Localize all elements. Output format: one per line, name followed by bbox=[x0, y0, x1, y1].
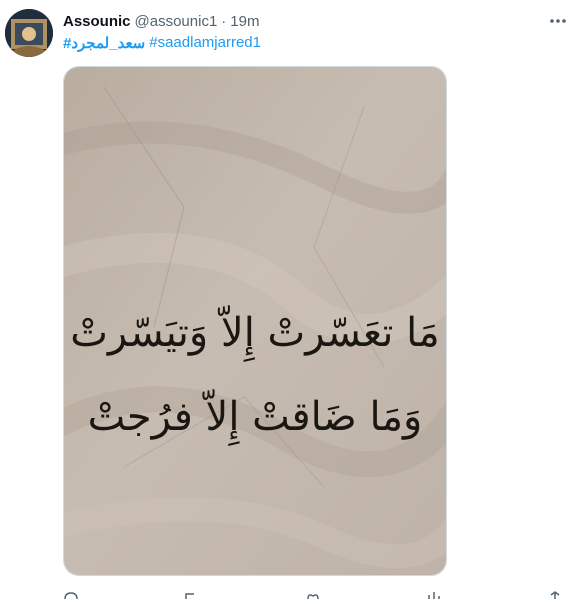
image-quote-line-2: وَمَا ضَاقتْ إِلاّ فرُجتْ bbox=[87, 394, 423, 440]
tweet-timestamp[interactable]: 19m bbox=[230, 13, 259, 30]
retweet-icon[interactable] bbox=[184, 586, 200, 599]
action-bar bbox=[63, 586, 563, 600]
tweet[interactable]: Assounic @assounic1 · 19m سعد_لمجرد# #sa… bbox=[0, 0, 581, 600]
like-icon[interactable] bbox=[305, 586, 321, 600]
tweet-header: Assounic @assounic1 · 19m bbox=[63, 11, 541, 31]
avatar[interactable] bbox=[5, 9, 53, 57]
views-icon[interactable] bbox=[426, 586, 442, 599]
more-horizontal-icon[interactable] bbox=[548, 11, 568, 31]
hashtag-link-arabic[interactable]: سعد_لمجرد# bbox=[63, 34, 145, 52]
reply-icon[interactable] bbox=[63, 586, 79, 600]
image-quote-line-1: مَا تعَسّرتْ إِلاّ وَتيَسّرتْ bbox=[70, 310, 440, 356]
share-icon[interactable] bbox=[547, 586, 563, 599]
tweet-text: سعد_لمجرد# #saadlamjarred1 bbox=[63, 34, 261, 52]
tweet-image[interactable]: مَا تعَسّرتْ إِلاّ وَتيَسّرتْ وَمَا ضَاق… bbox=[63, 66, 447, 576]
author-handle[interactable]: @assounic1 bbox=[135, 13, 218, 30]
separator-dot: · bbox=[221, 12, 227, 30]
hashtag-link-latin[interactable]: #saadlamjarred1 bbox=[149, 34, 261, 52]
author-name[interactable]: Assounic bbox=[63, 13, 131, 30]
